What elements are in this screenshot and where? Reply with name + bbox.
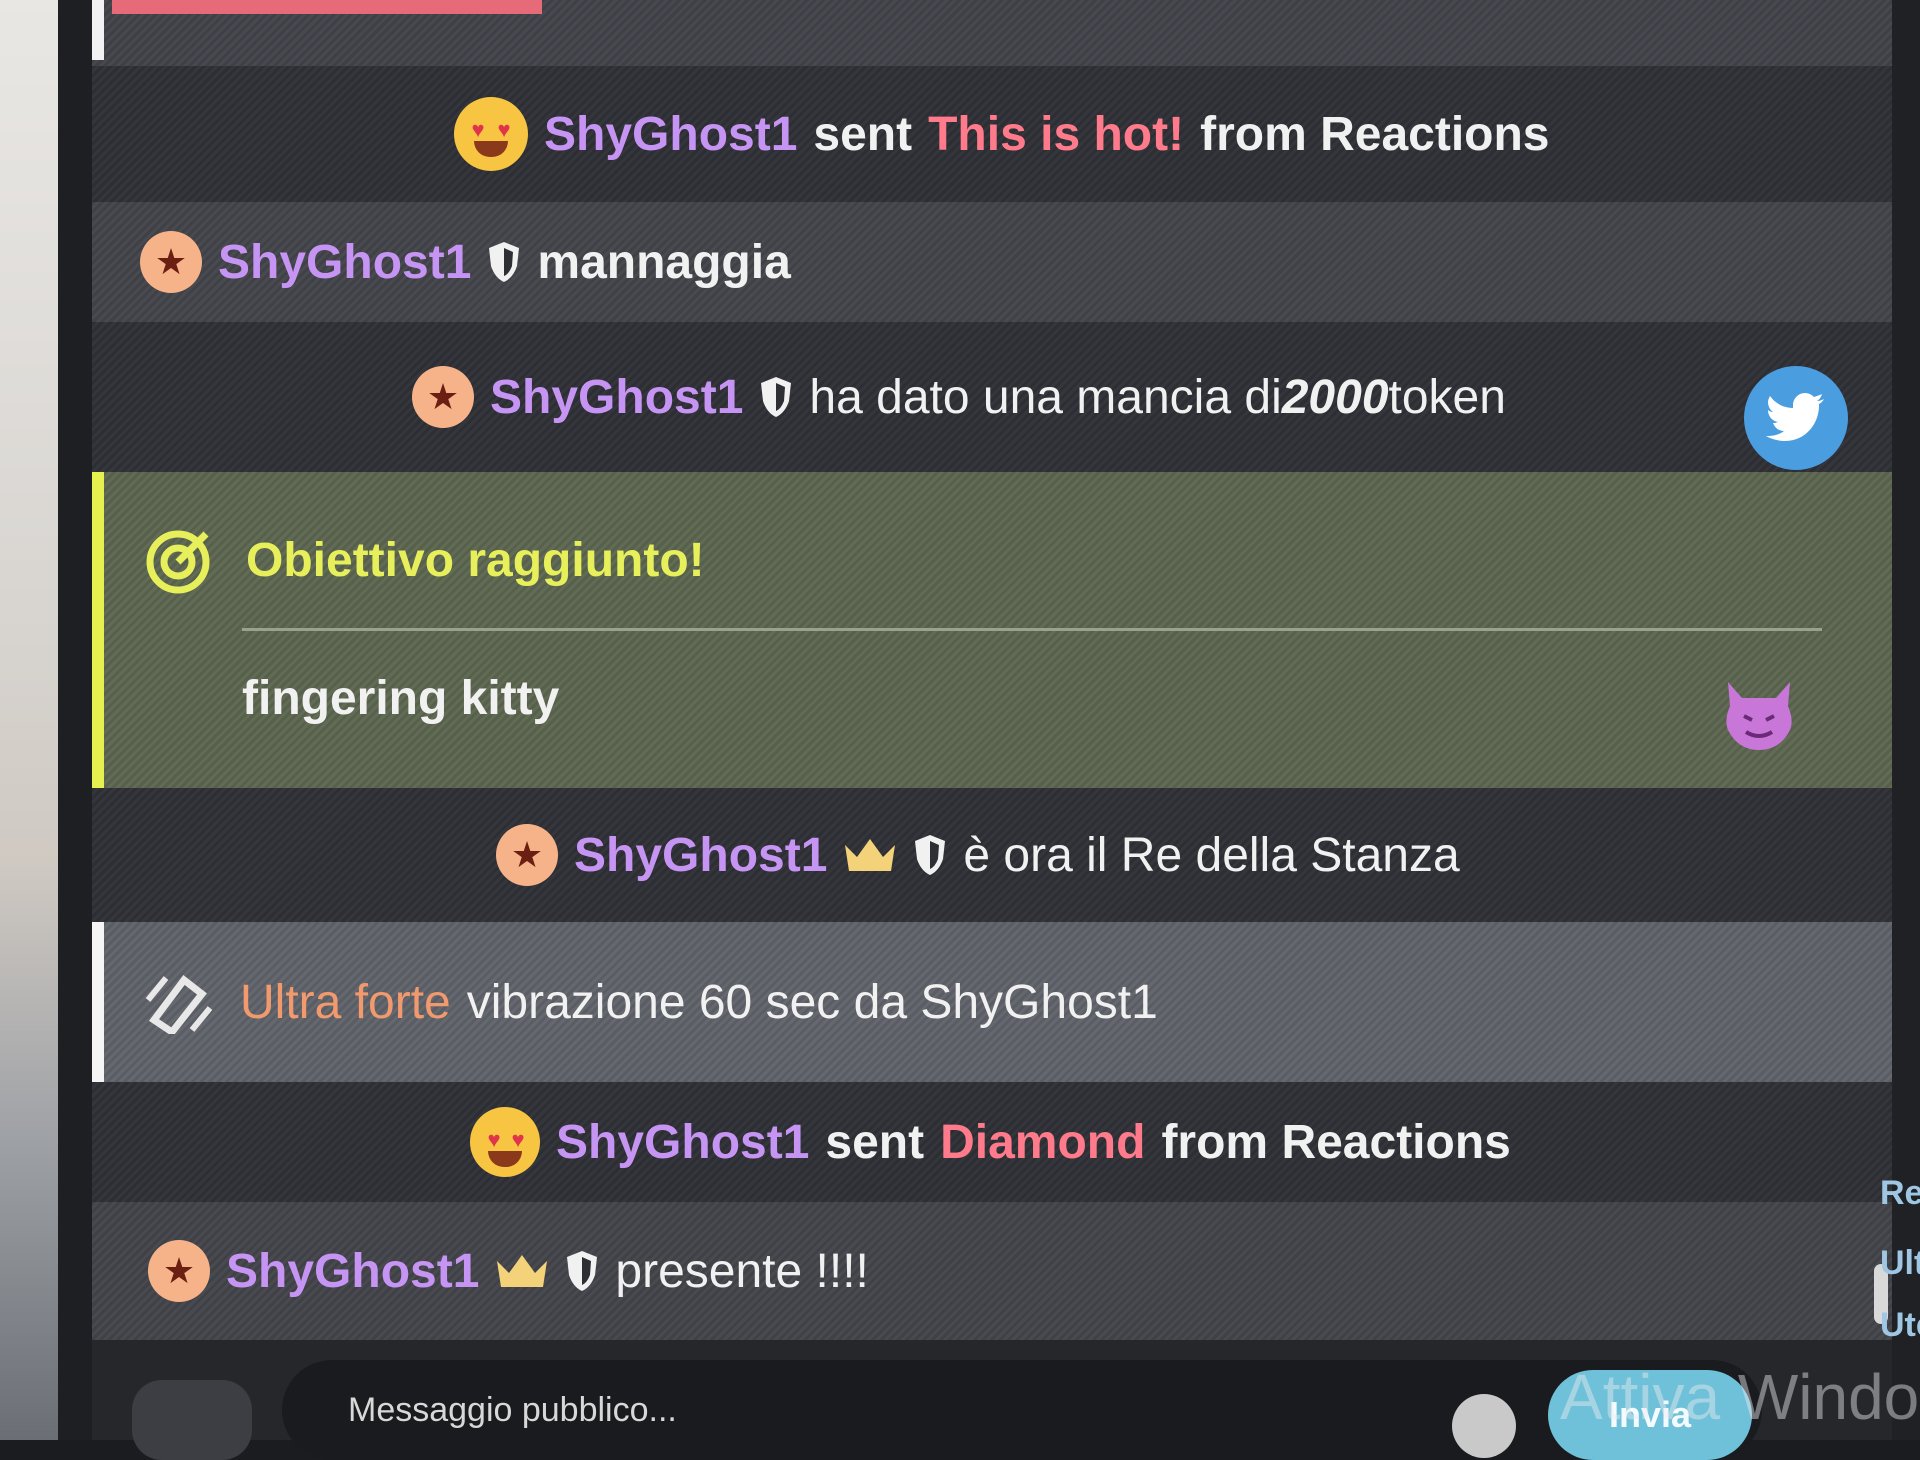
message-text: sent — [813, 107, 913, 161]
message-text: ha dato una mancia di — [809, 370, 1282, 424]
twitter-icon[interactable] — [1744, 366, 1848, 470]
shield-icon — [915, 835, 946, 875]
gift-name: Diamond — [940, 1115, 1146, 1169]
goal-description: fingering kitty — [242, 672, 560, 725]
crown-icon — [497, 1255, 548, 1287]
divider — [242, 628, 1822, 631]
goal-reached-banner: Obiettivo raggiunto! fingering kitty — [92, 472, 1892, 788]
heart-eyes-emoji-icon: ♥ ♥ — [454, 97, 528, 171]
star-badge-icon: ★ — [412, 366, 474, 428]
top-accent-bar — [112, 0, 542, 14]
username[interactable]: ShyGhost1 — [490, 370, 743, 425]
vibration-icon — [145, 975, 213, 1034]
message-text: presente !!!! — [615, 1244, 869, 1298]
message-text: vibrazione 60 sec da ShyGhost1 — [466, 975, 1158, 1029]
username[interactable]: ShyGhost1 — [556, 1115, 809, 1170]
username[interactable]: ShyGhost1 — [218, 235, 471, 290]
message-text: token — [1388, 370, 1506, 424]
side-label: Ult — [1880, 1244, 1920, 1282]
message-text: è ora il Re della Stanza — [963, 828, 1460, 882]
message-text: mannaggia — [537, 235, 791, 289]
message-text: from Reactions — [1200, 107, 1550, 161]
side-label: Re — [1880, 1174, 1920, 1212]
goal-title: Obiettivo raggiunto! — [246, 533, 705, 587]
chat-message-tip: ★ ShyGhost1 ha dato una mancia di 2000 t… — [92, 322, 1892, 472]
tip-amount: 2000 — [1281, 370, 1389, 424]
star-badge-icon: ★ — [496, 824, 558, 886]
message-input-placeholder: Messaggio pubblico... — [348, 1390, 677, 1429]
gift-button[interactable] — [132, 1380, 252, 1460]
username[interactable]: ShyGhost1 — [574, 828, 827, 883]
username[interactable]: ShyGhost1 — [226, 1244, 479, 1299]
vibration-level: Ultra forte — [240, 975, 451, 1029]
shield-icon — [761, 377, 792, 417]
gift-name: This is hot! — [928, 107, 1185, 161]
shield-icon — [567, 1251, 598, 1291]
left-panel-bar — [58, 0, 92, 1440]
message-text: from Reactions — [1161, 1115, 1511, 1169]
chat-message-reaction: ♥ ♥ ShyGhost1 sent Diamond from Reactions — [92, 1082, 1892, 1202]
devil-emoji-icon — [1726, 682, 1792, 750]
chat-message: ★ ShyGhost1 presente !!!! — [92, 1202, 1892, 1340]
chat-message-king: ★ ShyGhost1 è ora il Re della Stanza — [92, 788, 1892, 922]
vibration-notice: Ultra forte vibrazione 60 sec da ShyGhos… — [92, 922, 1892, 1082]
shield-icon — [489, 242, 520, 282]
windows-activation-watermark: Attiva Windo — [1560, 1361, 1920, 1433]
top-white-marker — [92, 0, 104, 60]
background-video-edge — [0, 0, 58, 1440]
star-badge-icon: ★ — [140, 231, 202, 293]
emoji-picker-icon[interactable] — [1452, 1394, 1516, 1458]
star-badge-icon: ★ — [148, 1240, 210, 1302]
username[interactable]: ShyGhost1 — [544, 107, 797, 162]
message-input[interactable]: Messaggio pubblico... — [282, 1360, 1762, 1460]
message-text: sent — [825, 1115, 925, 1169]
chat-panel: ♥ ♥ ShyGhost1 sent This is hot! from Reac… — [92, 0, 1892, 1440]
chat-message: ★ ShyGhost1 mannaggia — [92, 202, 1892, 322]
chat-top-strip — [92, 0, 1892, 66]
target-icon — [146, 530, 210, 594]
chat-message-reaction: ♥ ♥ ShyGhost1 sent This is hot! from Reac… — [92, 66, 1892, 202]
heart-eyes-emoji-icon: ♥ ♥ — [470, 1107, 540, 1177]
crown-icon — [845, 839, 896, 871]
